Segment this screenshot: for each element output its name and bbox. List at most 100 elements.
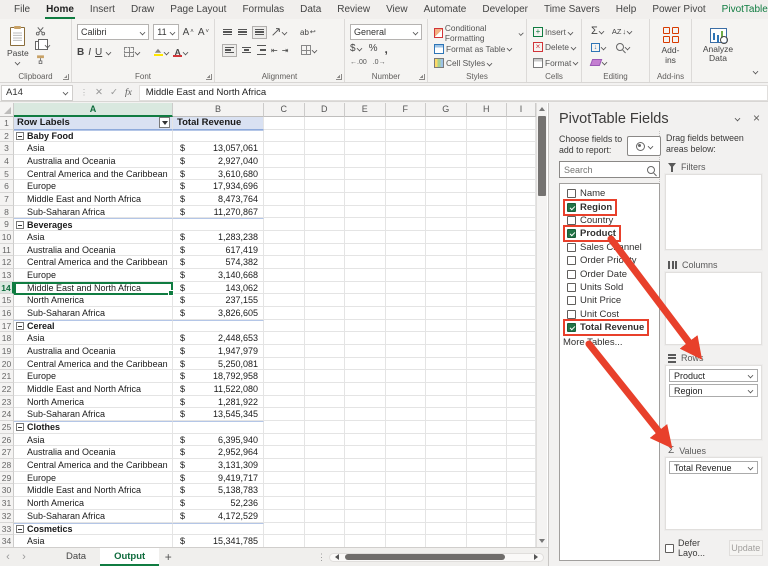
cell-G29[interactable] — [426, 472, 467, 485]
cell-H11[interactable] — [467, 244, 508, 257]
cell-E13[interactable] — [345, 269, 386, 282]
cell-I12[interactable] — [507, 256, 536, 269]
collapse-button[interactable] — [16, 423, 24, 431]
cell-H12[interactable] — [467, 256, 508, 269]
cell-F11[interactable] — [386, 244, 427, 257]
cell-D2[interactable] — [305, 130, 346, 143]
cell-E23[interactable] — [345, 396, 386, 409]
cell-B15[interactable]: $237,155 — [173, 294, 264, 307]
search-input[interactable] — [564, 165, 634, 175]
cell-D27[interactable] — [305, 446, 346, 459]
cell-F4[interactable] — [386, 155, 427, 168]
cell-F34[interactable] — [386, 535, 427, 547]
cell-G26[interactable] — [426, 434, 467, 447]
cell-D14[interactable] — [305, 282, 346, 295]
row-header-17[interactable]: 17 — [0, 320, 14, 333]
cell-F18[interactable] — [386, 332, 427, 345]
cell-E31[interactable] — [345, 497, 386, 510]
cell-E8[interactable] — [345, 206, 386, 219]
cell-C1[interactable] — [264, 117, 305, 130]
cell-H6[interactable] — [467, 180, 508, 193]
cell-G8[interactable] — [426, 206, 467, 219]
cell-D30[interactable] — [305, 484, 346, 497]
wrap-text-button[interactable]: ab↩ — [300, 28, 316, 37]
cell-D22[interactable] — [305, 383, 346, 396]
update-button[interactable]: Update — [729, 540, 763, 556]
scroll-left-button[interactable] — [332, 554, 339, 560]
row-header-8[interactable]: 8 — [0, 206, 14, 219]
cell-G25[interactable] — [426, 421, 467, 434]
cell-E7[interactable] — [345, 193, 386, 206]
cell-D10[interactable] — [305, 231, 346, 244]
cell-F8[interactable] — [386, 206, 427, 219]
collapse-button[interactable] — [16, 221, 24, 229]
cell-B31[interactable]: $52,236 — [173, 497, 264, 510]
cell-F6[interactable] — [386, 180, 427, 193]
cell-H15[interactable] — [467, 294, 508, 307]
cell-D24[interactable] — [305, 408, 346, 421]
cell-A15[interactable]: North America — [14, 294, 173, 307]
cell-B21[interactable]: $18,792,958 — [173, 370, 264, 383]
row-header-22[interactable]: 22 — [0, 383, 14, 396]
cell-D8[interactable] — [305, 206, 346, 219]
row-header-16[interactable]: 16 — [0, 307, 14, 320]
middle-align-button[interactable] — [237, 28, 248, 37]
cell-B22[interactable]: $11,522,080 — [173, 383, 264, 396]
cell-D34[interactable] — [305, 535, 346, 547]
cell-E25[interactable] — [345, 421, 386, 434]
cell-C2[interactable] — [264, 130, 305, 143]
fill-button[interactable]: ↓ — [591, 43, 606, 52]
sheet-tab-output[interactable]: Output — [100, 548, 159, 566]
cell-C26[interactable] — [264, 434, 305, 447]
cell-E15[interactable] — [345, 294, 386, 307]
filters-area[interactable] — [665, 174, 762, 250]
font-size-select[interactable]: 11 — [153, 24, 178, 40]
cell-D33[interactable] — [305, 523, 346, 536]
row-header-33[interactable]: 33 — [0, 523, 14, 536]
scroll-right-button[interactable] — [534, 554, 541, 560]
column-header-D[interactable]: D — [305, 103, 346, 117]
cell-H1[interactable] — [467, 117, 508, 130]
cell-B33[interactable] — [173, 523, 264, 536]
cell-F15[interactable] — [386, 294, 427, 307]
bold-button[interactable]: B — [77, 47, 84, 58]
cell-G9[interactable] — [426, 218, 467, 231]
cell-F19[interactable] — [386, 345, 427, 358]
cell-D21[interactable] — [305, 370, 346, 383]
number-dialog-launcher[interactable] — [419, 74, 425, 80]
cell-F3[interactable] — [386, 142, 427, 155]
cell-A11[interactable]: Australia and Oceania — [14, 244, 173, 257]
cell-B8[interactable]: $11,270,867 — [173, 206, 264, 219]
ribbon-tab-home[interactable]: Home — [38, 0, 82, 19]
decrease-decimal-button[interactable]: .0→ — [373, 59, 386, 66]
clear-button[interactable] — [591, 59, 607, 66]
cell-G27[interactable] — [426, 446, 467, 459]
cell-F32[interactable] — [386, 510, 427, 523]
cell-C20[interactable] — [264, 358, 305, 371]
cell-E11[interactable] — [345, 244, 386, 257]
field-item-total-revenue[interactable]: Total Revenue — [563, 321, 659, 334]
cell-D11[interactable] — [305, 244, 346, 257]
cell-B5[interactable]: $3,610,680 — [173, 168, 264, 181]
cell-G20[interactable] — [426, 358, 467, 371]
cell-I30[interactable] — [507, 484, 536, 497]
cell-C3[interactable] — [264, 142, 305, 155]
row-header-13[interactable]: 13 — [0, 269, 14, 282]
format-cells-button[interactable]: Format — [533, 57, 578, 69]
cell-E4[interactable] — [345, 155, 386, 168]
cell-I20[interactable] — [507, 358, 536, 371]
cell-D7[interactable] — [305, 193, 346, 206]
cell-A13[interactable]: Europe — [14, 269, 173, 282]
cell-C10[interactable] — [264, 231, 305, 244]
cell-I27[interactable] — [507, 446, 536, 459]
row-header-31[interactable]: 31 — [0, 497, 14, 510]
column-header-E[interactable]: E — [345, 103, 386, 117]
cell-B34[interactable]: $15,341,785 — [173, 535, 264, 547]
collapse-ribbon-button[interactable] — [753, 69, 759, 75]
row-header-6[interactable]: 6 — [0, 180, 14, 193]
cell-H25[interactable] — [467, 421, 508, 434]
cell-I26[interactable] — [507, 434, 536, 447]
cell-B12[interactable]: $574,382 — [173, 256, 264, 269]
field-checkbox[interactable] — [567, 283, 576, 292]
insert-function-button[interactable]: fx — [125, 88, 132, 98]
